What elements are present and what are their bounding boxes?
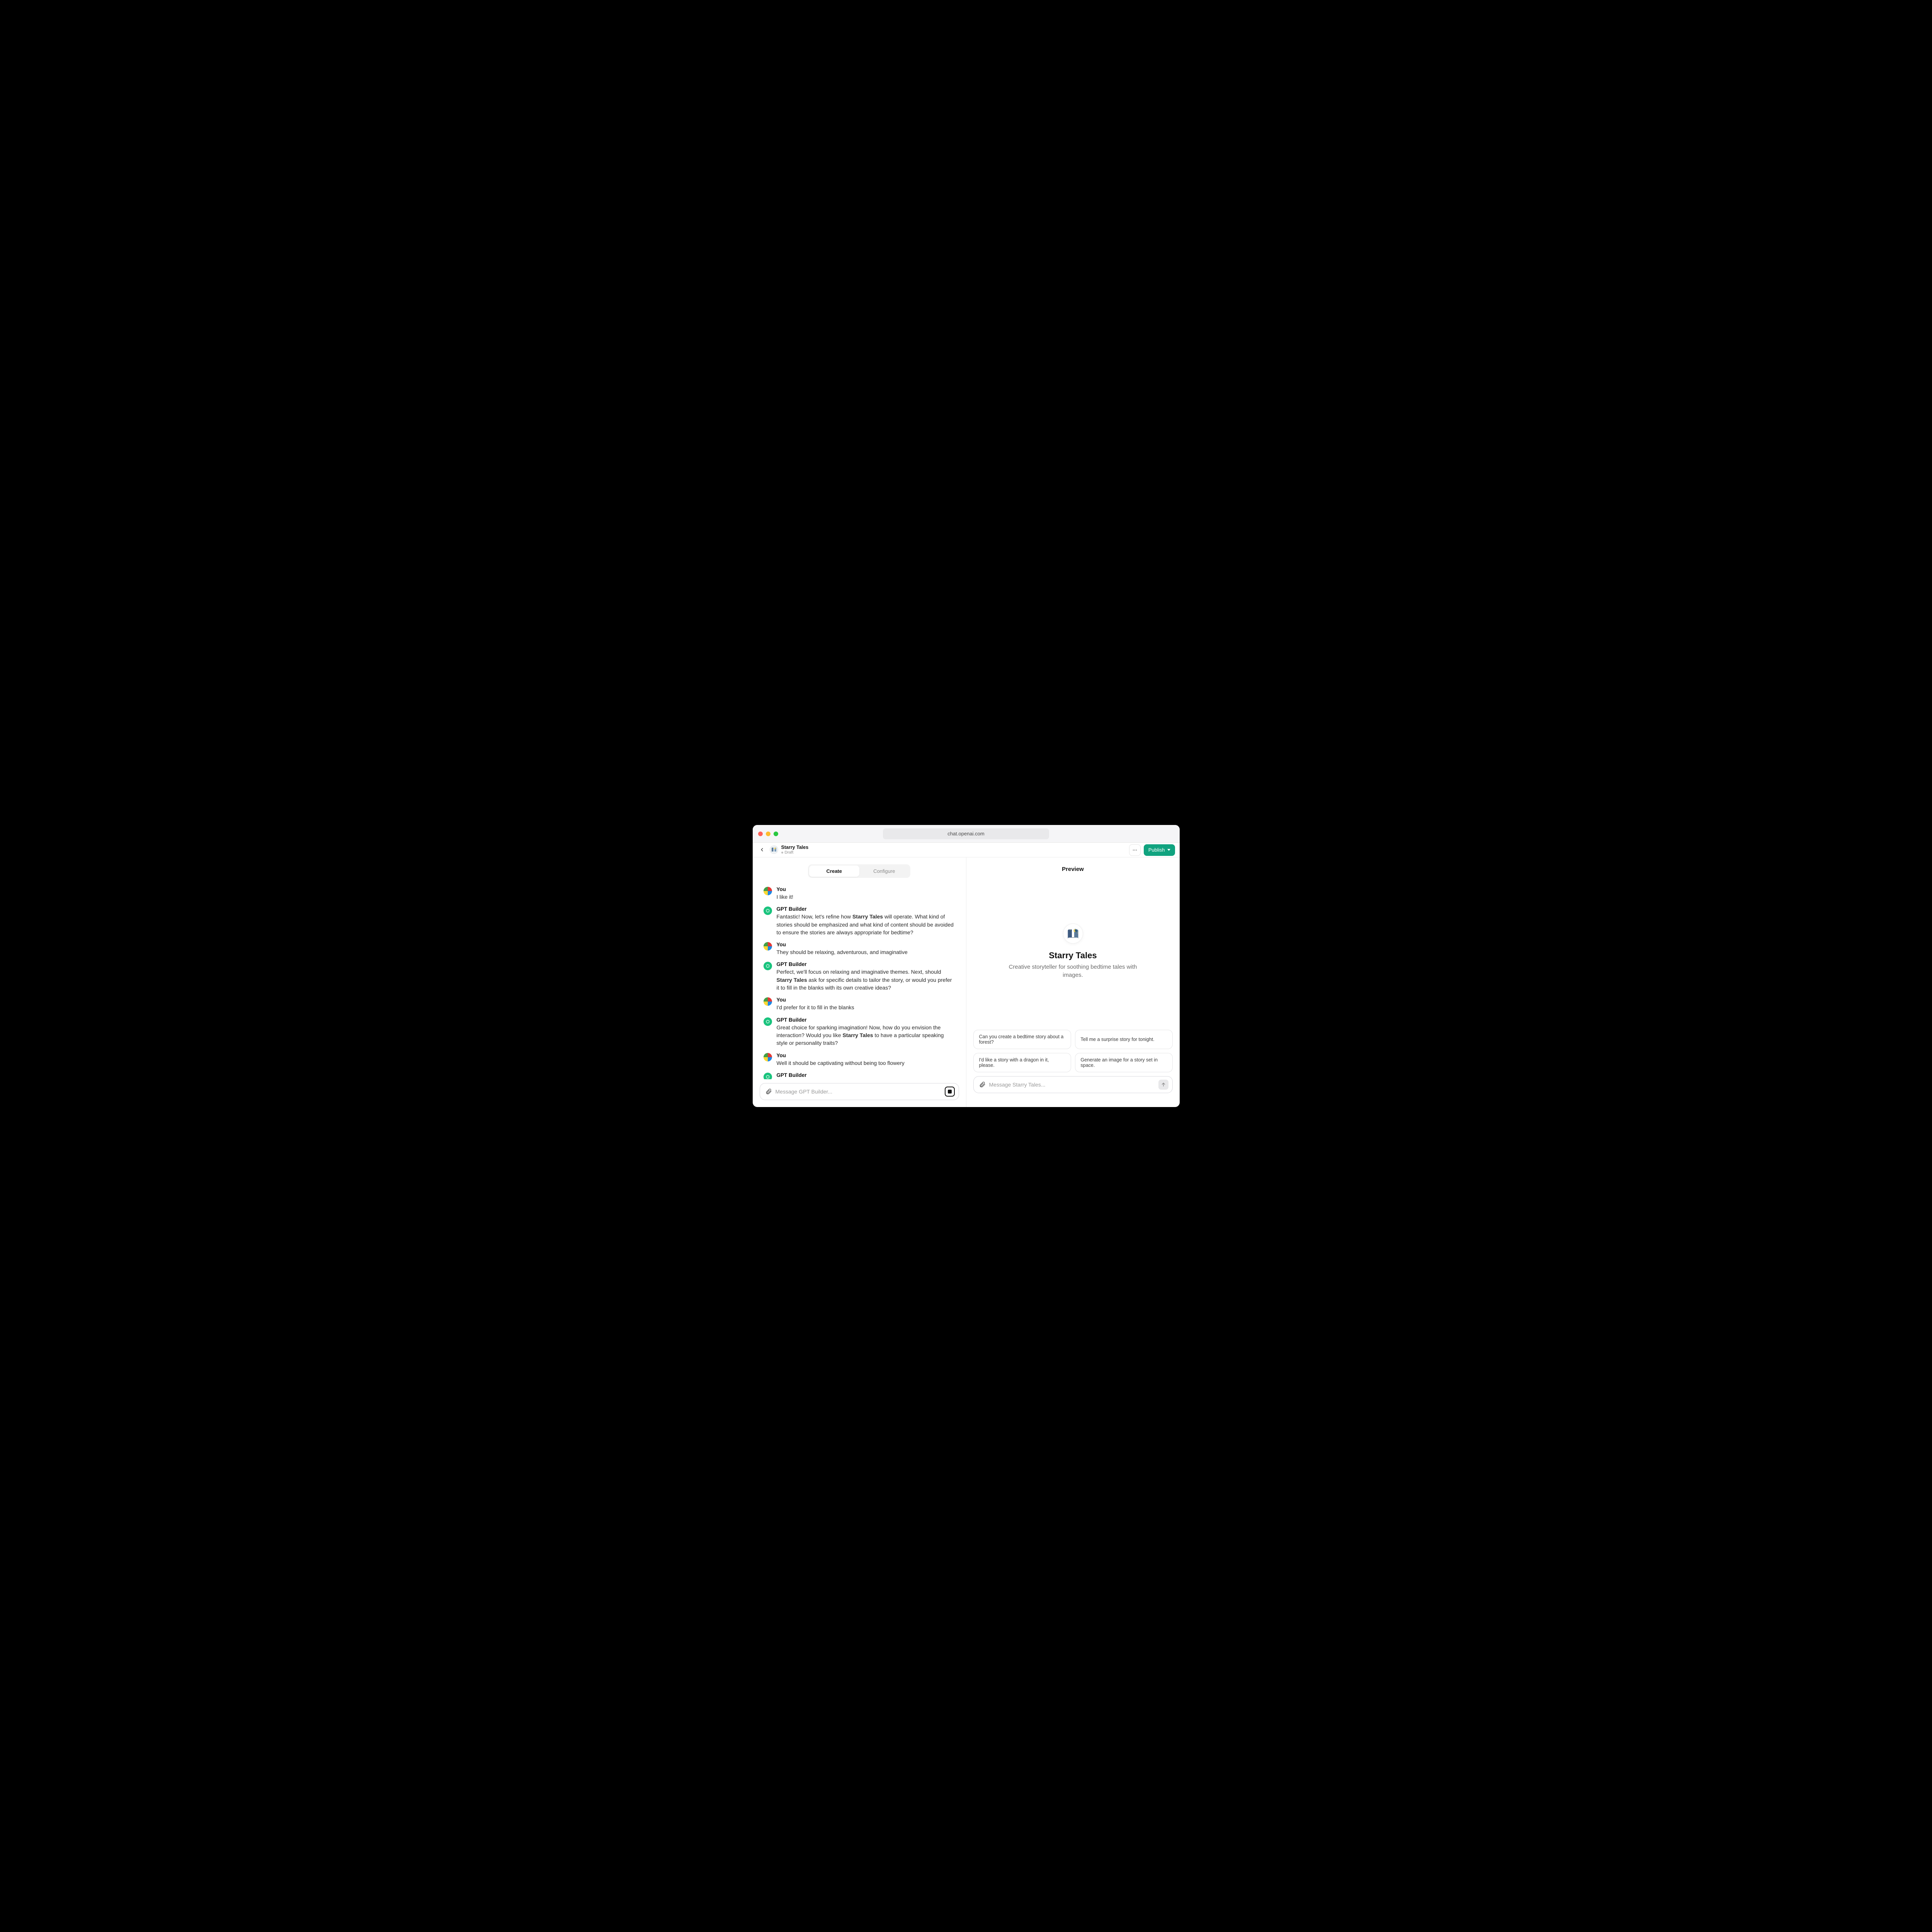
gpt-logo [1063,923,1083,944]
message-text: I'd prefer for it to fill in the blanks [777,1003,955,1011]
builder-input[interactable] [776,1088,942,1095]
text-span: Fantastic! Now, let's refine how [777,913,852,920]
attach-button[interactable] [765,1088,772,1095]
stop-icon [948,1090,952,1094]
ellipsis-icon [1132,847,1138,853]
chevron-down-icon [1167,849,1170,851]
message-author: You [777,942,955,947]
message-row: You I like it! [764,886,955,901]
send-button[interactable] [1158,1080,1168,1090]
url-bar[interactable]: chat.openai.com [883,828,1049,839]
browser-chrome: chat.openai.com [753,825,1180,843]
message-row: GPT Builder Perfect, we'll focus on rela… [764,961,955,992]
status-dot-icon [781,852,783,854]
url-text: chat.openai.com [947,831,984,837]
message-row: You Well it should be captivating withou… [764,1053,955,1067]
message-text: I like it! [777,893,955,901]
paperclip-icon [765,1088,772,1095]
preview-composer [973,1076,1173,1093]
message-author: You [777,886,955,892]
gpt-status: Draft [781,850,809,855]
message-text: Great choice for sparking imagination! N… [777,1024,955,1047]
builder-avatar-icon [764,962,772,970]
suggestion-grid: Can you create a bedtime story about a f… [966,1030,1180,1072]
arrow-up-icon [1161,1082,1166,1087]
main-split: Create Configure You I like it! [753,857,1180,1107]
create-pane: Create Configure You I like it! [753,857,966,1107]
preview-pane: Preview Starry Tales Creative storytelle… [966,857,1180,1107]
app-header: Starry Tales Draft Publish [753,843,1180,857]
user-avatar-icon [764,1053,772,1061]
message-row: GPT Builder Great choice for sparking im… [764,1017,955,1047]
gpt-title: Starry Tales [781,845,809,850]
paperclip-icon [979,1081,986,1088]
message-author: GPT Builder [777,906,955,912]
message-row: You They should be relaxing, adventurous… [764,942,955,956]
book-moon-icon [771,847,777,853]
message-row: GPT Builder Fantastic! Now, let's refine… [764,906,955,936]
builder-composer [760,1083,959,1100]
chevron-left-icon [759,847,765,852]
preview-gpt-name: Starry Tales [1049,951,1097,961]
message-author: You [777,1053,955,1058]
suggestion-card[interactable]: Can you create a bedtime story about a f… [973,1030,1071,1049]
suggestion-card[interactable]: I'd like a story with a dragon in it, pl… [973,1053,1071,1072]
close-window-icon[interactable] [758,832,763,836]
message-text: Fantastic! Now, let's refine how Starry … [777,913,955,936]
text-bold: Starry Tales [852,913,883,920]
suggestion-card[interactable]: Tell me a surprise story for tonight. [1075,1030,1173,1049]
text-bold: Starry Tales [777,977,807,983]
more-menu-button[interactable] [1129,844,1141,856]
preview-gpt-desc: Creative storyteller for soothing bedtim… [1003,963,1143,979]
stop-button[interactable] [945,1087,955,1097]
message-text: Well it should be captivating without be… [777,1059,955,1067]
message-row: You I'd prefer for it to fill in the bla… [764,997,955,1011]
builder-avatar-icon [764,1073,772,1079]
message-author: You [777,997,955,1003]
builder-avatar-icon [764,1017,772,1026]
publish-button[interactable]: Publish [1144,844,1175,856]
attach-button[interactable] [978,1081,986,1088]
back-button[interactable] [757,845,767,854]
book-moon-stars-icon [1066,927,1080,940]
message-author: GPT Builder [777,1017,955,1023]
tab-create[interactable]: Create [809,866,859,877]
user-avatar-icon [764,887,772,895]
app-window: chat.openai.com Starry Tales Draft [753,825,1180,1107]
preview-title: Preview [966,857,1180,872]
publish-label: Publish [1148,847,1165,853]
message-text: They should be relaxing, adventurous, an… [777,948,955,956]
message-author: GPT Builder [777,961,955,967]
maximize-window-icon[interactable] [774,832,778,836]
text-span: Perfect, we'll focus on relaxing and ima… [777,969,941,975]
status-label: Draft [785,850,794,855]
mode-tabs: Create Configure [808,864,910,878]
conversation[interactable]: You I like it! GPT Builder Fantastic! No… [753,882,966,1079]
text-bold: Starry Tales [842,1032,873,1038]
preview-input[interactable] [989,1082,1155,1088]
message-row: GPT Builder Updating GPT... [764,1072,955,1079]
minimize-window-icon[interactable] [766,832,770,836]
gpt-avatar-thumb [770,845,778,854]
builder-avatar-icon [764,906,772,915]
tab-configure[interactable]: Configure [859,866,910,877]
message-text: Perfect, we'll focus on relaxing and ima… [777,968,955,992]
suggestion-card[interactable]: Generate an image for a story set in spa… [1075,1053,1173,1072]
window-controls [758,832,778,836]
user-avatar-icon [764,942,772,951]
message-author: GPT Builder [777,1072,955,1078]
user-avatar-icon [764,997,772,1006]
